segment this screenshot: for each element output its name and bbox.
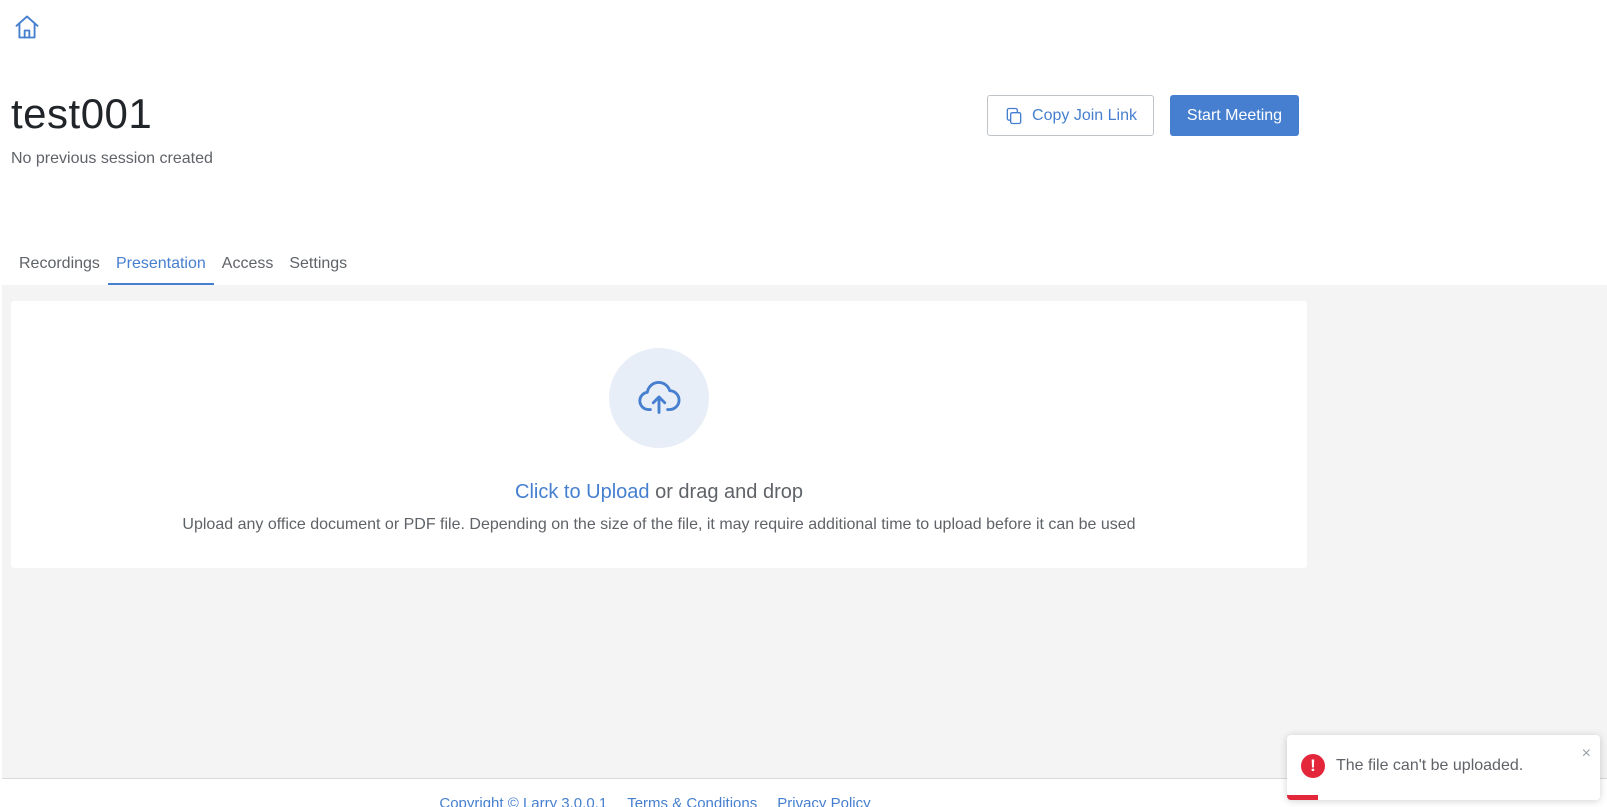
- error-icon: !: [1301, 754, 1325, 778]
- upload-dropzone[interactable]: Click to Upload or drag and drop Upload …: [11, 301, 1307, 568]
- footer-copyright: Copyright © Larry 3.0.0.1: [439, 795, 608, 807]
- tab-access[interactable]: Access: [214, 244, 282, 285]
- upload-instruction: Click to Upload or drag and drop: [11, 481, 1307, 504]
- upload-button[interactable]: [609, 348, 709, 448]
- session-status-text: No previous session created: [11, 150, 213, 167]
- footer-terms-link[interactable]: Terms & Conditions: [627, 795, 757, 807]
- footer: Copyright © Larry 3.0.0.1 Terms & Condit…: [0, 795, 1310, 807]
- copy-join-link-label: Copy Join Link: [1032, 106, 1137, 124]
- tab-settings[interactable]: Settings: [281, 244, 355, 285]
- toast-message: The file can't be uploaded.: [1336, 757, 1524, 774]
- tab-presentation[interactable]: Presentation: [107, 244, 214, 285]
- home-button[interactable]: [12, 12, 42, 42]
- start-meeting-button[interactable]: Start Meeting: [1170, 95, 1299, 136]
- toast-close-button[interactable]: ×: [1582, 745, 1591, 763]
- home-icon: [15, 15, 39, 39]
- tab-content-area: Click to Upload or drag and drop Upload …: [2, 285, 1607, 779]
- toast-progress-bar: [1287, 795, 1319, 800]
- error-toast: ! The file can't be uploaded. ×: [1287, 735, 1600, 800]
- copy-icon: [1006, 107, 1022, 124]
- room-title: test001: [11, 90, 153, 137]
- click-to-upload-link[interactable]: Click to Upload: [515, 481, 650, 503]
- footer-privacy-link[interactable]: Privacy Policy: [777, 795, 870, 807]
- room-tabs: Recordings Presentation Access Settings: [11, 244, 355, 285]
- room-page: test001 No previous session created Copy…: [0, 0, 1607, 807]
- tab-recordings[interactable]: Recordings: [11, 244, 108, 285]
- upload-hint-text: Upload any office document or PDF file. …: [182, 516, 1136, 533]
- cloud-upload-icon: [638, 381, 681, 414]
- copy-join-link-button[interactable]: Copy Join Link: [987, 95, 1154, 136]
- drag-and-drop-text: or drag and drop: [649, 481, 803, 503]
